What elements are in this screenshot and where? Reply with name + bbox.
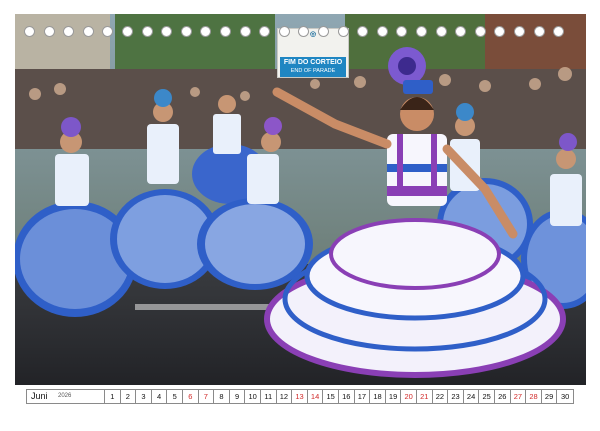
calendar-day-4: 4 bbox=[152, 390, 168, 403]
calendar-day-18: 18 bbox=[370, 390, 386, 403]
binding-ring bbox=[278, 26, 290, 37]
calendar-day-9: 9 bbox=[230, 390, 246, 403]
binding-ring bbox=[474, 26, 486, 37]
calendar-day-8: 8 bbox=[214, 390, 230, 403]
binding-ring bbox=[122, 26, 133, 37]
binding-ring bbox=[102, 26, 114, 37]
binding-ring bbox=[533, 26, 545, 37]
calendar-day-7: 7 bbox=[199, 390, 215, 403]
month-calendar-strip: Juni 2026 1 2 3 4 5 6 7 8 9 10 11 12 13 14 15 16 17 18 19 2… bbox=[26, 389, 574, 404]
calendar-day-27: 27 bbox=[511, 390, 527, 403]
calendar-day-1: 1 bbox=[105, 390, 121, 403]
calendar-day-17: 17 bbox=[355, 390, 371, 403]
calendar-day-30: 30 bbox=[561, 392, 570, 401]
binding-ring bbox=[494, 26, 506, 37]
binding-ring bbox=[435, 26, 447, 37]
calendar-day-22: 22 bbox=[433, 390, 449, 403]
binding-ring bbox=[200, 26, 212, 37]
binding-ring bbox=[141, 26, 153, 37]
calendar-day-13: 13 bbox=[292, 390, 308, 403]
binding-ring bbox=[416, 26, 427, 37]
binding-ring bbox=[161, 26, 173, 37]
binding-ring bbox=[82, 26, 94, 37]
sign-band: FIM DO CORTEIO END OF PARADE bbox=[280, 57, 346, 77]
calendar-day-24: 24 bbox=[464, 390, 480, 403]
binding-ring bbox=[376, 26, 388, 37]
calendar-day-26: 26 bbox=[495, 390, 511, 403]
binding-ring bbox=[220, 26, 231, 37]
binding-ring bbox=[514, 26, 525, 37]
month-label-cell: Juni 2026 bbox=[27, 390, 105, 403]
binding-ring bbox=[180, 26, 192, 37]
binding-ring bbox=[298, 26, 310, 37]
binding-ring bbox=[43, 26, 55, 37]
binding-ring bbox=[396, 26, 408, 37]
calendar-day-29: 29 bbox=[542, 390, 558, 403]
calendar-day-5: 5 bbox=[167, 390, 183, 403]
spiral-binding bbox=[0, 22, 600, 42]
calendar-day-11: 11 bbox=[261, 390, 277, 403]
binding-ring bbox=[337, 26, 349, 37]
binding-ring bbox=[455, 26, 467, 37]
calendar-day-2: 2 bbox=[121, 390, 137, 403]
binding-ring bbox=[239, 26, 251, 37]
binding-ring bbox=[318, 26, 329, 37]
sign-text-english: END OF PARADE bbox=[290, 68, 336, 74]
calendar-day-3: 3 bbox=[136, 390, 152, 403]
calendar-day-12: 12 bbox=[277, 390, 293, 403]
binding-ring bbox=[357, 26, 369, 37]
calendar-day-14: 14 bbox=[308, 390, 324, 403]
month-name: Juni bbox=[31, 391, 48, 401]
calendar-day-15: 15 bbox=[323, 390, 339, 403]
calendar-day-6: 6 bbox=[183, 390, 199, 403]
calendar-day-21: 21 bbox=[417, 390, 433, 403]
calendar-day-16: 16 bbox=[339, 390, 355, 403]
binding-ring bbox=[259, 26, 271, 37]
calendar-day-23: 23 bbox=[448, 390, 464, 403]
binding-ring bbox=[63, 26, 75, 37]
calendar-day-19: 19 bbox=[386, 390, 402, 403]
binding-ring bbox=[553, 26, 565, 37]
binding-ring bbox=[24, 26, 35, 37]
month-year: 2026 bbox=[58, 393, 72, 399]
calendar-day-10: 10 bbox=[245, 390, 261, 403]
calendar-day-20: 20 bbox=[401, 390, 417, 403]
calendar-day-25: 25 bbox=[479, 390, 495, 403]
calendar-day-28: 28 bbox=[526, 390, 542, 403]
calendar-photo: ◎ FIM DO CORTEIO END OF PARADE bbox=[15, 14, 586, 385]
sign-text-portuguese: FIM DO CORTEIO bbox=[283, 59, 343, 66]
